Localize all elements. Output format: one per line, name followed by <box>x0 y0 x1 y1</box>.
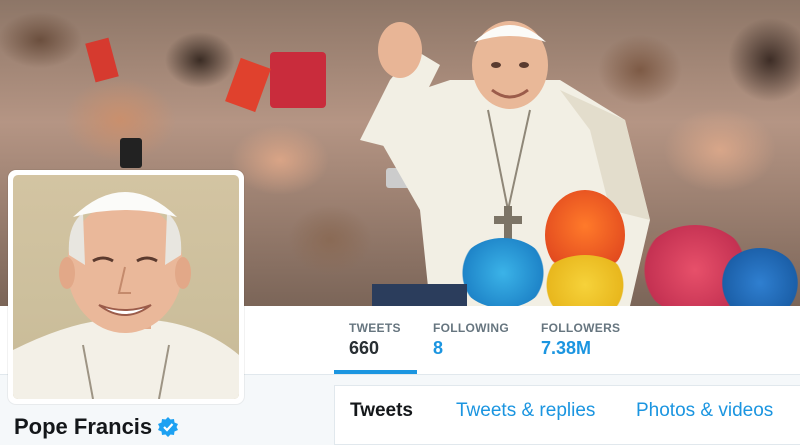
stat-value: 7.38M <box>541 338 592 358</box>
profile-name-text: Pope Francis <box>14 414 153 439</box>
stat-label: TWEETS <box>349 321 401 335</box>
tab-photos-and-videos[interactable]: Photos & videos <box>636 400 773 422</box>
stat-value: 660 <box>349 338 380 358</box>
stat-followers[interactable]: FOLLOWERS 7.38M <box>526 306 646 374</box>
stat-value: 8 <box>433 338 444 358</box>
profile-avatar[interactable] <box>8 170 244 404</box>
verified-badge-icon <box>158 417 179 437</box>
red-sign <box>270 52 326 108</box>
tab-tweets-and-replies[interactable]: Tweets & replies <box>456 400 595 422</box>
stat-tweets[interactable]: TWEETS 660 <box>334 306 417 374</box>
avatar <box>13 175 239 399</box>
book <box>372 284 467 306</box>
stat-following[interactable]: FOLLOWING 8 <box>418 306 526 374</box>
camera <box>120 138 142 168</box>
feather-plume <box>540 255 630 306</box>
timeline-tabs: Tweets Tweets & replies Photos & videos <box>334 385 800 445</box>
feather-plume <box>458 238 548 306</box>
stat-label: FOLLOWING <box>433 321 510 335</box>
tab-tweets[interactable]: Tweets <box>350 400 413 422</box>
red-flag <box>85 37 119 83</box>
feather-plume <box>720 248 800 306</box>
avatar-portrait <box>13 192 239 399</box>
stat-label: FOLLOWERS <box>541 321 621 335</box>
profile-name[interactable]: Pope Francis <box>14 414 179 440</box>
red-flag <box>225 57 271 113</box>
